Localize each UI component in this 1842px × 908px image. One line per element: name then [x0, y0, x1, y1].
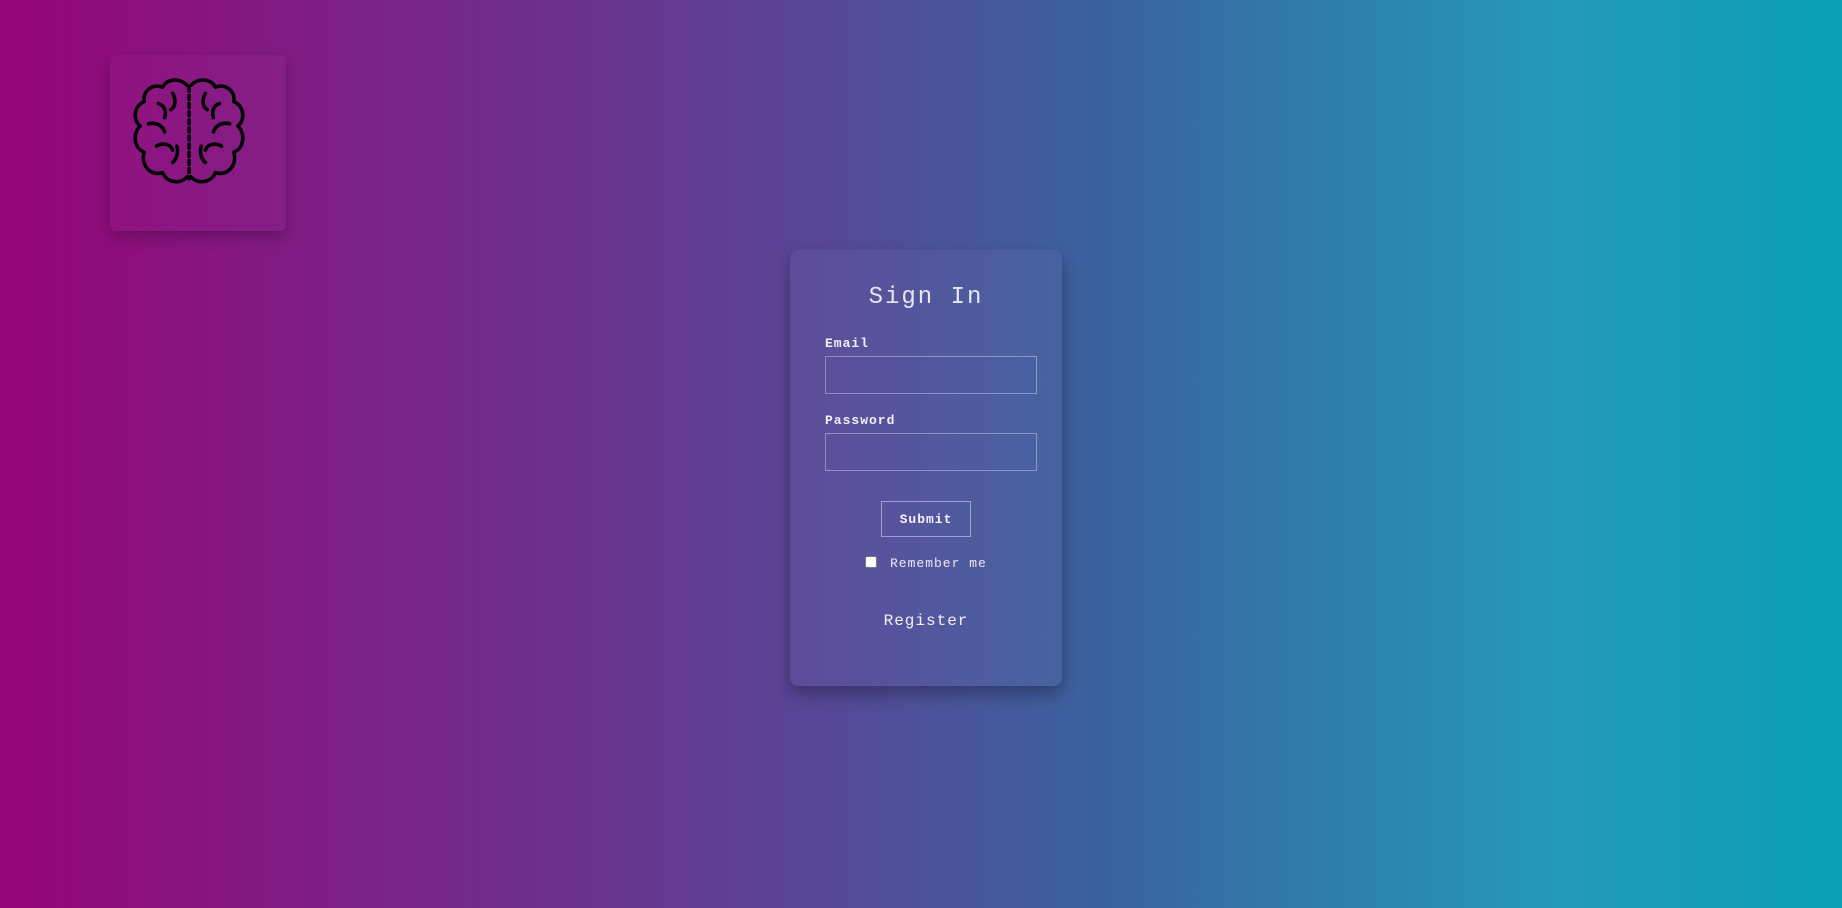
brain-icon [133, 78, 245, 184]
signin-title: Sign In [868, 284, 984, 311]
submit-button[interactable]: Submit [881, 501, 971, 537]
email-field[interactable] [825, 356, 1037, 394]
remember-row: Remember me [790, 556, 1062, 571]
remember-label: Remember me [889, 556, 987, 571]
register-link[interactable]: Register [790, 612, 1062, 630]
logo-card [110, 55, 286, 231]
password-field[interactable] [825, 433, 1037, 471]
email-label: Email [825, 336, 870, 351]
remember-checkbox[interactable] [865, 556, 878, 568]
signin-card: Sign In Email Password Submit Remember m… [790, 250, 1062, 686]
password-label: Password [825, 413, 896, 428]
